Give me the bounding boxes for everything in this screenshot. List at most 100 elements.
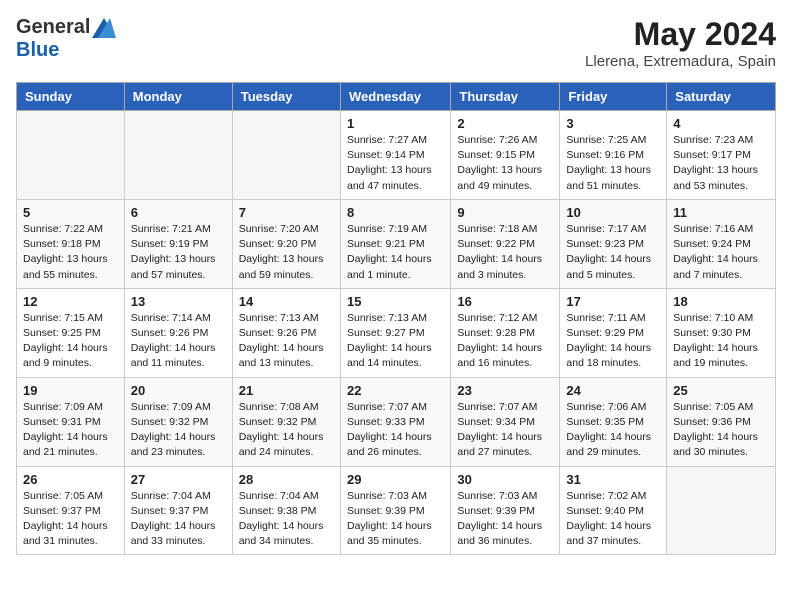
- day-number: 29: [347, 472, 444, 487]
- calendar-cell: 24 Sunrise: 7:06 AMSunset: 9:35 PMDayligh…: [560, 377, 667, 466]
- calendar-cell: 9Sunrise: 7:18 AMSunset: 9:22 PMDaylight…: [451, 199, 560, 288]
- day-number: 12: [23, 294, 118, 309]
- calendar-cell: 1 Sunrise: 7:27 AMSunset: 9:14 PMDaylight…: [340, 111, 450, 200]
- calendar-cell: 27 Sunrise: 7:04 AMSunset: 9:37 PMDayligh…: [124, 466, 232, 555]
- day-number: 17: [566, 294, 660, 309]
- day-info: Sunrise: 7:04 AMSunset: 9:38 PMDaylight:…: [239, 489, 334, 550]
- calendar-cell: 15 Sunrise: 7:13 AMSunset: 9:27 PMDayligh…: [340, 288, 450, 377]
- day-info: Sunrise: 7:20 AMSunset: 9:20 PMDaylight:…: [239, 222, 334, 283]
- day-number: 28: [239, 472, 334, 487]
- calendar-cell: 3Sunrise: 7:25 AMSunset: 9:16 PMDaylight…: [560, 111, 667, 200]
- calendar-cell: 26Sunrise: 7:05 AMSunset: 9:37 PMDayligh…: [17, 466, 125, 555]
- calendar-week-row: 19 Sunrise: 7:09 AMSunset: 9:31 PMDayligh…: [17, 377, 776, 466]
- day-info: Sunrise: 7:16 AMSunset: 9:24 PMDaylight:…: [673, 222, 769, 283]
- day-number: 10: [566, 205, 660, 220]
- calendar-header-row: SundayMondayTuesdayWednesdayThursdayFrid…: [17, 83, 776, 111]
- calendar-cell: 31 Sunrise: 7:02 AMSunset: 9:40 PMDayligh…: [560, 466, 667, 555]
- calendar-cell: 14 Sunrise: 7:13 AMSunset: 9:26 PMDayligh…: [232, 288, 340, 377]
- day-info: Sunrise: 7:17 AMSunset: 9:23 PMDaylight:…: [566, 222, 660, 283]
- day-info: Sunrise: 7:13 AMSunset: 9:27 PMDaylight:…: [347, 311, 444, 372]
- day-info: Sunrise: 7:25 AMSunset: 9:16 PMDaylight:…: [566, 133, 660, 194]
- calendar-cell: 2 Sunrise: 7:26 AMSunset: 9:15 PMDaylight…: [451, 111, 560, 200]
- month-title: May 2024: [585, 16, 776, 53]
- weekday-header: Sunday: [17, 83, 125, 111]
- day-info: Sunrise: 7:02 AMSunset: 9:40 PMDaylight:…: [566, 489, 660, 550]
- logo-blue: Blue: [16, 39, 59, 62]
- logo-general: General: [16, 16, 90, 39]
- day-number: 7: [239, 205, 334, 220]
- calendar-cell: 5Sunrise: 7:22 AMSunset: 9:18 PMDaylight…: [17, 199, 125, 288]
- day-number: 13: [131, 294, 226, 309]
- day-info: Sunrise: 7:05 AMSunset: 9:36 PMDaylight:…: [673, 400, 769, 461]
- day-info: Sunrise: 7:03 AMSunset: 9:39 PMDaylight:…: [457, 489, 553, 550]
- calendar-week-row: 12 Sunrise: 7:15 AMSunset: 9:25 PMDayligh…: [17, 288, 776, 377]
- day-info: Sunrise: 7:07 AMSunset: 9:34 PMDaylight:…: [457, 400, 553, 461]
- day-info: Sunrise: 7:14 AMSunset: 9:26 PMDaylight:…: [131, 311, 226, 372]
- day-info: Sunrise: 7:18 AMSunset: 9:22 PMDaylight:…: [457, 222, 553, 283]
- day-number: 19: [23, 383, 118, 398]
- day-number: 2: [457, 116, 553, 131]
- day-info: Sunrise: 7:10 AMSunset: 9:30 PMDaylight:…: [673, 311, 769, 372]
- day-number: 16: [457, 294, 553, 309]
- day-number: 1: [347, 116, 444, 131]
- day-info: Sunrise: 7:06 AMSunset: 9:35 PMDaylight:…: [566, 400, 660, 461]
- calendar-cell: 22Sunrise: 7:07 AMSunset: 9:33 PMDayligh…: [340, 377, 450, 466]
- calendar-cell: 18Sunrise: 7:10 AMSunset: 9:30 PMDayligh…: [667, 288, 776, 377]
- calendar-cell: 16 Sunrise: 7:12 AMSunset: 9:28 PMDayligh…: [451, 288, 560, 377]
- calendar-cell: 28 Sunrise: 7:04 AMSunset: 9:38 PMDayligh…: [232, 466, 340, 555]
- calendar-cell: 7 Sunrise: 7:20 AMSunset: 9:20 PMDaylight…: [232, 199, 340, 288]
- day-number: 30: [457, 472, 553, 487]
- day-number: 20: [131, 383, 226, 398]
- day-number: 21: [239, 383, 334, 398]
- calendar-cell: 30 Sunrise: 7:03 AMSunset: 9:39 PMDayligh…: [451, 466, 560, 555]
- calendar-cell: 12 Sunrise: 7:15 AMSunset: 9:25 PMDayligh…: [17, 288, 125, 377]
- day-info: Sunrise: 7:13 AMSunset: 9:26 PMDaylight:…: [239, 311, 334, 372]
- calendar-cell: 10 Sunrise: 7:17 AMSunset: 9:23 PMDayligh…: [560, 199, 667, 288]
- day-number: 23: [457, 383, 553, 398]
- page-header: General Blue May 2024 Llerena, Extremadu…: [16, 16, 776, 70]
- day-number: 24: [566, 383, 660, 398]
- calendar-cell: 21Sunrise: 7:08 AMSunset: 9:32 PMDayligh…: [232, 377, 340, 466]
- day-info: Sunrise: 7:09 AMSunset: 9:31 PMDaylight:…: [23, 400, 118, 461]
- day-info: Sunrise: 7:27 AMSunset: 9:14 PMDaylight:…: [347, 133, 444, 194]
- calendar-cell: 25 Sunrise: 7:05 AMSunset: 9:36 PMDayligh…: [667, 377, 776, 466]
- day-info: Sunrise: 7:19 AMSunset: 9:21 PMDaylight:…: [347, 222, 444, 283]
- day-number: 25: [673, 383, 769, 398]
- day-info: Sunrise: 7:11 AMSunset: 9:29 PMDaylight:…: [566, 311, 660, 372]
- day-info: Sunrise: 7:03 AMSunset: 9:39 PMDaylight:…: [347, 489, 444, 550]
- title-block: May 2024 Llerena, Extremadura, Spain: [585, 16, 776, 70]
- logo: General Blue: [16, 16, 116, 62]
- day-info: Sunrise: 7:23 AMSunset: 9:17 PMDaylight:…: [673, 133, 769, 194]
- weekday-header: Monday: [124, 83, 232, 111]
- day-number: 8: [347, 205, 444, 220]
- day-number: 31: [566, 472, 660, 487]
- day-number: 22: [347, 383, 444, 398]
- calendar-cell: 4 Sunrise: 7:23 AMSunset: 9:17 PMDaylight…: [667, 111, 776, 200]
- calendar-cell: 11 Sunrise: 7:16 AMSunset: 9:24 PMDayligh…: [667, 199, 776, 288]
- weekday-header: Saturday: [667, 83, 776, 111]
- weekday-header: Tuesday: [232, 83, 340, 111]
- calendar-cell: 8 Sunrise: 7:19 AMSunset: 9:21 PMDaylight…: [340, 199, 450, 288]
- day-number: 11: [673, 205, 769, 220]
- day-number: 4: [673, 116, 769, 131]
- day-number: 14: [239, 294, 334, 309]
- calendar-cell: [232, 111, 340, 200]
- weekday-header: Thursday: [451, 83, 560, 111]
- calendar-cell: 19 Sunrise: 7:09 AMSunset: 9:31 PMDayligh…: [17, 377, 125, 466]
- day-info: Sunrise: 7:04 AMSunset: 9:37 PMDaylight:…: [131, 489, 226, 550]
- calendar-cell: 17 Sunrise: 7:11 AMSunset: 9:29 PMDayligh…: [560, 288, 667, 377]
- day-info: Sunrise: 7:12 AMSunset: 9:28 PMDaylight:…: [457, 311, 553, 372]
- day-number: 5: [23, 205, 118, 220]
- calendar-cell: [667, 466, 776, 555]
- calendar-cell: [17, 111, 125, 200]
- calendar-cell: 13 Sunrise: 7:14 AMSunset: 9:26 PMDayligh…: [124, 288, 232, 377]
- day-number: 15: [347, 294, 444, 309]
- day-info: Sunrise: 7:26 AMSunset: 9:15 PMDaylight:…: [457, 133, 553, 194]
- calendar-week-row: 1 Sunrise: 7:27 AMSunset: 9:14 PMDaylight…: [17, 111, 776, 200]
- day-number: 26: [23, 472, 118, 487]
- day-info: Sunrise: 7:15 AMSunset: 9:25 PMDaylight:…: [23, 311, 118, 372]
- calendar-cell: 20Sunrise: 7:09 AMSunset: 9:32 PMDayligh…: [124, 377, 232, 466]
- calendar-cell: [124, 111, 232, 200]
- weekday-header: Wednesday: [340, 83, 450, 111]
- day-number: 27: [131, 472, 226, 487]
